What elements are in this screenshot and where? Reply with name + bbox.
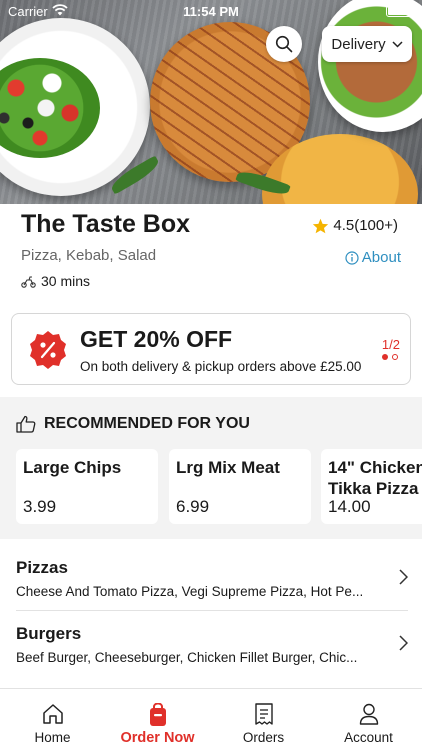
scooter-icon	[21, 275, 36, 288]
info-icon	[345, 250, 359, 265]
cuisine-list: Pizza, Kebab, Salad	[21, 247, 157, 264]
recommended-item-price: 14.00	[328, 497, 371, 516]
about-link[interactable]: About	[345, 249, 401, 266]
delivery-time: 30 mins	[21, 273, 90, 289]
search-icon	[275, 35, 293, 53]
recommended-item-card[interactable]: Large Chips 3.99	[16, 449, 158, 524]
clock: 11:54 PM	[183, 4, 239, 19]
tab-home[interactable]: Home	[0, 689, 105, 750]
discount-badge-icon	[30, 331, 66, 369]
recommended-header: RECOMMENDED FOR YOU	[16, 415, 250, 433]
recommended-item-card[interactable]: Lrg Mix Meat 6.99	[169, 449, 311, 524]
offer-card[interactable]: GET 20% OFF On both delivery & pickup or…	[11, 313, 411, 385]
tab-orders[interactable]: Orders	[211, 689, 316, 750]
recommended-item-price: 3.99	[23, 497, 57, 516]
recommended-item-card[interactable]: 14" Chicken Tikka Pizza 14.00	[321, 449, 422, 524]
rating-value: 4.5(100+)	[333, 217, 398, 234]
rating: 4.5(100+)	[312, 217, 398, 234]
pagination-dot-active	[382, 354, 388, 360]
category-row-burgers[interactable]: Burgers Beef Burger, Cheeseburger, Chick…	[16, 611, 408, 677]
category-title: Burgers	[16, 624, 82, 643]
delivery-time-value: 30 mins	[41, 273, 91, 289]
tab-label: Order Now	[120, 730, 195, 746]
battery-icon	[386, 5, 417, 17]
pagination-dot	[392, 354, 398, 360]
chevron-right-icon	[399, 569, 408, 585]
recommended-item-price: 6.99	[176, 497, 210, 516]
bottom-tab-bar: Home Order Now Orders Account	[0, 688, 422, 750]
tab-label: Home	[34, 730, 71, 745]
search-button[interactable]	[266, 26, 302, 62]
thumbs-up-icon	[16, 415, 36, 433]
tab-account[interactable]: Account	[316, 689, 421, 750]
home-icon	[42, 704, 63, 724]
recommended-item-name: Large Chips	[23, 458, 122, 477]
offer-pagination-dots	[382, 354, 398, 360]
star-icon	[313, 218, 329, 233]
category-description: Beef Burger, Cheeseburger, Chicken Fille…	[16, 650, 358, 665]
recommended-section: RECOMMENDED FOR YOU Large Chips 3.99 Lrg…	[0, 397, 422, 539]
delivery-mode-dropdown[interactable]: Delivery	[322, 26, 412, 62]
offer-page-indicator: 1/2	[381, 337, 400, 352]
restaurant-name: The Taste Box	[21, 210, 191, 238]
about-label: About	[361, 249, 401, 266]
chevron-right-icon	[399, 635, 408, 651]
delivery-mode-label: Delivery	[331, 35, 386, 53]
tab-label: Orders	[242, 730, 285, 745]
recommended-item-name: Lrg Mix Meat	[176, 458, 280, 477]
recommended-heading: RECOMMENDED FOR YOU	[44, 415, 250, 432]
recommended-item-name: 14" Chicken Tikka Pizza	[328, 458, 422, 498]
category-row-pizzas[interactable]: Pizzas Cheese And Tomato Pizza, Vegi Sup…	[16, 545, 408, 611]
category-title: Pizzas	[16, 558, 68, 577]
tab-label: Account	[344, 730, 393, 745]
tab-order-now[interactable]: Order Now	[105, 689, 210, 750]
offer-subtitle: On both delivery & pickup orders above £…	[80, 359, 362, 374]
order-bag-icon	[149, 703, 166, 726]
receipt-icon	[254, 703, 273, 725]
category-description: Cheese And Tomato Pizza, Vegi Supreme Pi…	[16, 584, 364, 599]
account-icon	[359, 703, 378, 725]
status-bar: Carrier 11:54 PM	[0, 0, 422, 22]
offer-title: GET 20% OFF	[80, 326, 233, 352]
chevron-down-icon	[392, 40, 403, 48]
